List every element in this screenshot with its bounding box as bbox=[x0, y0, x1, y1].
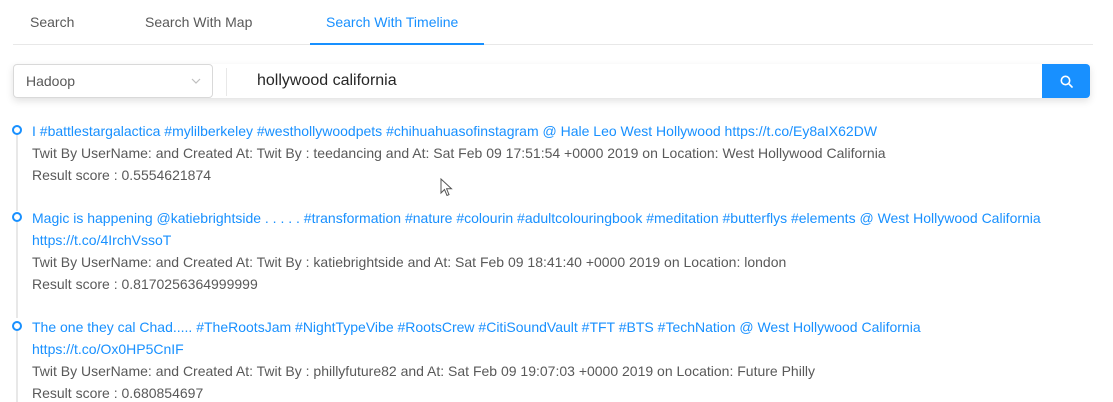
results-timeline: I #battlestargalactica #mylilberkeley #w… bbox=[0, 118, 1113, 402]
tab-bar: Search Search With Map Search With Timel… bbox=[13, 0, 1093, 45]
timeline-content: The one they cal Chad..... #TheRootsJam … bbox=[32, 316, 1052, 402]
search-icon bbox=[1060, 75, 1073, 88]
tab-search-with-map[interactable]: Search With Map bbox=[145, 0, 252, 44]
tweet-meta: Twit By UserName: and Created At: Twit B… bbox=[32, 145, 886, 161]
search-button[interactable] bbox=[1042, 64, 1090, 98]
tweet-meta: Twit By UserName: and Created At: Twit B… bbox=[32, 254, 787, 270]
timeline-dot-icon bbox=[12, 212, 22, 222]
chevron-down-icon bbox=[191, 78, 201, 84]
tab-search-with-timeline[interactable]: Search With Timeline bbox=[326, 0, 458, 44]
timeline-dot-icon bbox=[12, 125, 22, 135]
mouse-cursor-icon bbox=[440, 178, 453, 197]
tweet-text-link[interactable]: The one they cal Chad..... #TheRootsJam … bbox=[32, 316, 1052, 360]
page: Search Search With Map Search With Timel… bbox=[0, 0, 1113, 402]
timeline-content: Magic is happening @katiebrightside . . … bbox=[32, 207, 1052, 295]
result-score: Result score : 0.8170256364999999 bbox=[32, 276, 258, 292]
timeline-connector bbox=[16, 135, 18, 211]
engine-select[interactable]: Hadoop bbox=[13, 64, 213, 98]
tab-search[interactable]: Search bbox=[30, 0, 74, 44]
timeline-dot-icon bbox=[12, 321, 22, 331]
timeline-content: I #battlestargalactica #mylilberkeley #w… bbox=[32, 120, 1052, 186]
result-score: Result score : 0.680854697 bbox=[32, 385, 204, 401]
search-input[interactable] bbox=[245, 65, 1035, 97]
result-score: Result score : 0.5554621874 bbox=[32, 167, 212, 183]
active-tab-indicator bbox=[310, 43, 484, 45]
timeline-connector bbox=[16, 331, 18, 402]
timeline-connector bbox=[16, 222, 18, 318]
tweet-text-link[interactable]: I #battlestargalactica #mylilberkeley #w… bbox=[32, 120, 1052, 142]
tweet-meta: Twit By UserName: and Created At: Twit B… bbox=[32, 363, 816, 379]
search-bar: Hadoop bbox=[13, 64, 1090, 98]
divider bbox=[226, 68, 227, 96]
tweet-text-link[interactable]: Magic is happening @katiebrightside . . … bbox=[32, 207, 1052, 251]
engine-select-value: Hadoop bbox=[26, 73, 76, 89]
